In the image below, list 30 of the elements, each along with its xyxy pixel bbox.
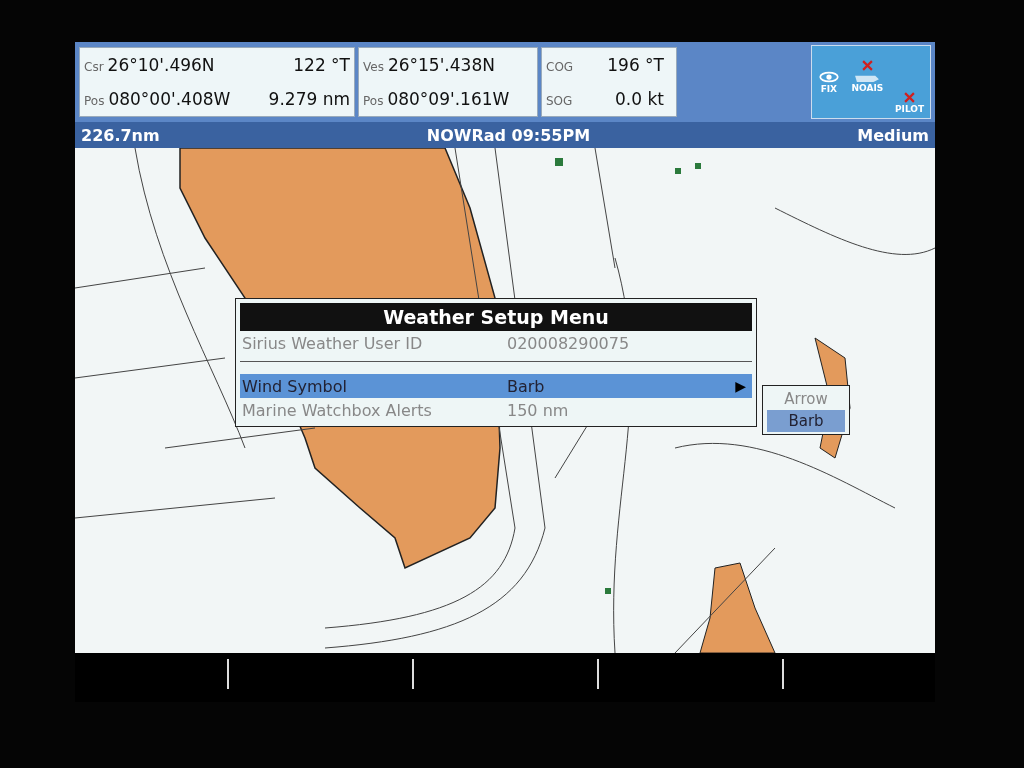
menu-title: Weather Setup Menu xyxy=(240,303,752,331)
field-label: Csr xyxy=(84,60,104,74)
field-value: 26°15'.438N xyxy=(387,55,495,75)
range-text: 226.7nm xyxy=(81,125,160,145)
softkey-marker xyxy=(411,659,414,689)
menu-item[interactable]: Sirius Weather User ID 020008290075 xyxy=(240,331,752,355)
field-label: SOG xyxy=(546,94,573,108)
submenu-option[interactable]: Barb xyxy=(767,410,845,432)
field-label: COG xyxy=(546,60,574,74)
status-label: PILOT xyxy=(894,104,925,114)
softkey-marker xyxy=(781,659,784,689)
field-value: 080°09'.161W xyxy=(387,89,510,109)
field-value: 26°10'.496N xyxy=(107,55,215,75)
status-label: FIX xyxy=(820,84,838,94)
softkey-marker xyxy=(596,659,599,689)
status-label: NOAIS xyxy=(851,82,884,93)
mode-text: Medium xyxy=(857,125,929,145)
field-value: 0.0 kt xyxy=(615,89,664,109)
overlay-title: NOWRad 09:55PM xyxy=(426,125,591,145)
field-label: Pos xyxy=(363,94,384,108)
field-label: Ves xyxy=(363,60,384,74)
menu-item[interactable]: Wind Symbol Barb ▶ xyxy=(240,374,752,398)
field-value: 9.279 nm xyxy=(268,89,350,109)
softkey-marker xyxy=(226,659,229,689)
field-value: 122 °T xyxy=(293,55,350,75)
field-value: 080°00'.408W xyxy=(108,89,231,109)
menu-item[interactable]: Marine Watchbox Alerts 150 nm xyxy=(240,398,752,422)
field-label: Pos xyxy=(84,94,105,108)
field-value: 196 °T xyxy=(607,55,664,75)
submenu-option[interactable]: Arrow xyxy=(767,388,845,410)
